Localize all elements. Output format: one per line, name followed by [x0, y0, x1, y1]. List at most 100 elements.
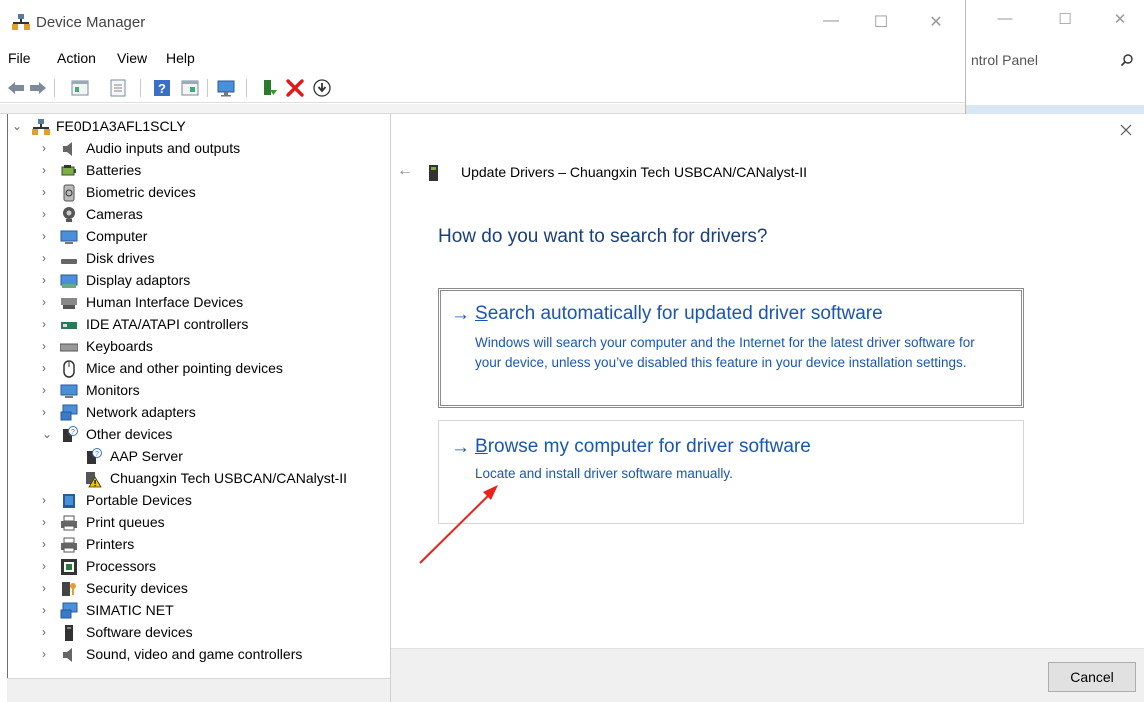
chevron-right-icon[interactable]: › — [42, 384, 52, 396]
chevron-right-icon[interactable]: › — [42, 252, 52, 264]
tree-root-label: FE0D1A3AFL1SCLY — [56, 118, 186, 134]
tree-item-label: Other devices — [86, 426, 173, 442]
tree-item-security[interactable]: › Security devices — [8, 578, 388, 600]
menu-action[interactable]: Action — [57, 50, 96, 66]
tree-item-ide[interactable]: › IDE ATA/ATAPI controllers — [8, 314, 388, 336]
chevron-right-icon[interactable]: › — [42, 164, 52, 176]
tree-item-usbcan[interactable]: Chuangxin Tech USBCAN/CANalyst-II — [8, 468, 388, 490]
device-manager-icon — [12, 14, 30, 30]
background-close-button[interactable]: ✕ — [1105, 10, 1135, 30]
chevron-right-icon[interactable]: › — [42, 230, 52, 242]
tree-item-label: Mice and other pointing devices — [86, 360, 283, 376]
tree-item-network[interactable]: › Network adapters — [8, 402, 388, 424]
tree-item-batteries[interactable]: › Batteries — [8, 160, 388, 182]
tree-item-label: Display adaptors — [86, 272, 191, 288]
toolbar: ? — [0, 73, 965, 103]
uninstall-icon[interactable] — [285, 78, 305, 98]
dialog-header: Update Drivers – Chuangxin Tech USBCAN/C… — [461, 164, 807, 180]
arrow-right-icon: → — [451, 437, 470, 458]
tree-root[interactable]: ⌄ FE0D1A3AFL1SCLY — [8, 116, 388, 138]
background-minimize-button[interactable]: — — [990, 10, 1020, 30]
tree-item-sound[interactable]: › Sound, video and game controllers — [8, 644, 388, 666]
tree-item-disk-drives[interactable]: › Disk drives — [8, 248, 388, 270]
chevron-right-icon[interactable]: › — [42, 318, 52, 330]
chevron-right-icon[interactable]: › — [42, 296, 52, 308]
close-button[interactable]: ✕ — [922, 12, 950, 32]
chevron-right-icon[interactable]: › — [42, 274, 52, 286]
chevron-right-icon[interactable]: › — [42, 604, 52, 616]
run-icon[interactable] — [180, 78, 200, 98]
tree-item-label: Processors — [86, 558, 157, 574]
chevron-right-icon[interactable]: › — [42, 538, 52, 550]
chevron-right-icon[interactable]: › — [42, 494, 52, 506]
update-driver-icon[interactable] — [260, 78, 280, 98]
browse-computer-option[interactable]: → Browse my computer for driver software… — [438, 420, 1024, 524]
tree-item-display-adaptors[interactable]: › Display adaptors — [8, 270, 388, 292]
tree-item-portable[interactable]: › Portable Devices — [8, 490, 388, 512]
view-icon[interactable] — [108, 78, 128, 98]
chevron-down-icon[interactable]: ⌄ — [42, 428, 52, 440]
forward-arrow-icon[interactable] — [28, 78, 48, 98]
chevron-right-icon[interactable]: › — [42, 560, 52, 572]
tree-item-label: AAP Server — [110, 448, 183, 464]
computer-tree-icon — [32, 119, 50, 135]
tree-item-mice[interactable]: › Mice and other pointing devices — [8, 358, 388, 380]
speaker-icon — [63, 648, 72, 662]
tree-item-print-queues[interactable]: › Print queues — [8, 512, 388, 534]
tree-item-other-devices[interactable]: ⌄ ? Other devices — [8, 424, 388, 446]
chevron-right-icon[interactable]: › — [42, 362, 52, 374]
chevron-right-icon[interactable]: › — [42, 142, 52, 154]
close-icon[interactable] — [1118, 122, 1134, 138]
cancel-button[interactable]: Cancel — [1048, 662, 1136, 692]
chevron-right-icon[interactable]: › — [42, 406, 52, 418]
maximize-button[interactable]: ☐ — [867, 12, 895, 32]
chevron-right-icon[interactable]: › — [42, 648, 52, 660]
properties-icon[interactable] — [70, 78, 90, 98]
mouse-icon — [63, 360, 75, 378]
background-maximize-button[interactable]: ☐ — [1050, 10, 1080, 30]
chevron-right-icon[interactable]: › — [42, 516, 52, 528]
tree-item-audio[interactable]: › Audio inputs and outputs — [8, 138, 388, 160]
printer-icon — [61, 515, 77, 531]
update-drivers-dialog: ← Update Drivers – Chuangxin Tech USBCAN… — [390, 114, 1144, 702]
camera-icon — [63, 207, 75, 222]
tree-item-keyboards[interactable]: › Keyboards — [8, 336, 388, 358]
tree-item-printers[interactable]: › Printers — [8, 534, 388, 556]
menu-file[interactable]: File — [8, 50, 31, 66]
search-icon[interactable] — [1120, 53, 1134, 67]
tree-item-biometric[interactable]: › Biometric devices — [8, 182, 388, 204]
tree-item-label: Print queues — [86, 514, 165, 530]
tree-item-software[interactable]: › Software devices — [8, 622, 388, 644]
tree-item-computer[interactable]: › Computer — [8, 226, 388, 248]
chevron-right-icon[interactable]: › — [42, 626, 52, 638]
back-arrow-icon[interactable]: ← — [397, 162, 413, 180]
chevron-down-icon[interactable]: ⌄ — [12, 120, 22, 132]
search-automatically-option[interactable]: → Search automatically for updated drive… — [438, 288, 1024, 408]
download-icon[interactable] — [312, 78, 332, 98]
monitor-icon[interactable] — [216, 78, 236, 98]
chevron-right-icon[interactable]: › — [42, 208, 52, 220]
disk-icon — [61, 259, 77, 264]
menu-help[interactable]: Help — [166, 50, 195, 66]
tree-item-aap-server[interactable]: ? AAP Server — [8, 446, 388, 468]
chevron-right-icon[interactable]: › — [42, 340, 52, 352]
unknown-device-icon: ? — [63, 426, 78, 442]
fingerprint-icon — [63, 184, 75, 202]
chevron-right-icon[interactable]: › — [42, 186, 52, 198]
help-icon[interactable]: ? — [152, 78, 172, 98]
background-address-bar[interactable]: ntrol Panel — [965, 50, 1144, 72]
device-tree: ⌄ FE0D1A3AFL1SCLY › Audio inputs and out… — [7, 114, 390, 678]
menu-view[interactable]: View — [117, 50, 147, 66]
back-arrow-icon[interactable] — [6, 78, 26, 98]
tree-item-label: Human Interface Devices — [86, 294, 244, 310]
tree-item-hid[interactable]: › Human Interface Devices — [8, 292, 388, 314]
dialog-footer: Cancel — [391, 648, 1144, 702]
minimize-button[interactable]: — — [817, 12, 845, 32]
tree-item-label: SIMATIC NET — [86, 602, 174, 618]
tree-item-cameras[interactable]: › Cameras — [8, 204, 388, 226]
chevron-right-icon[interactable]: › — [42, 582, 52, 594]
tree-item-processors[interactable]: › Processors — [8, 556, 388, 578]
tree-item-simatic[interactable]: › SIMATIC NET — [8, 600, 388, 622]
unknown-device-icon: ? — [87, 448, 102, 464]
tree-item-monitors[interactable]: › Monitors — [8, 380, 388, 402]
